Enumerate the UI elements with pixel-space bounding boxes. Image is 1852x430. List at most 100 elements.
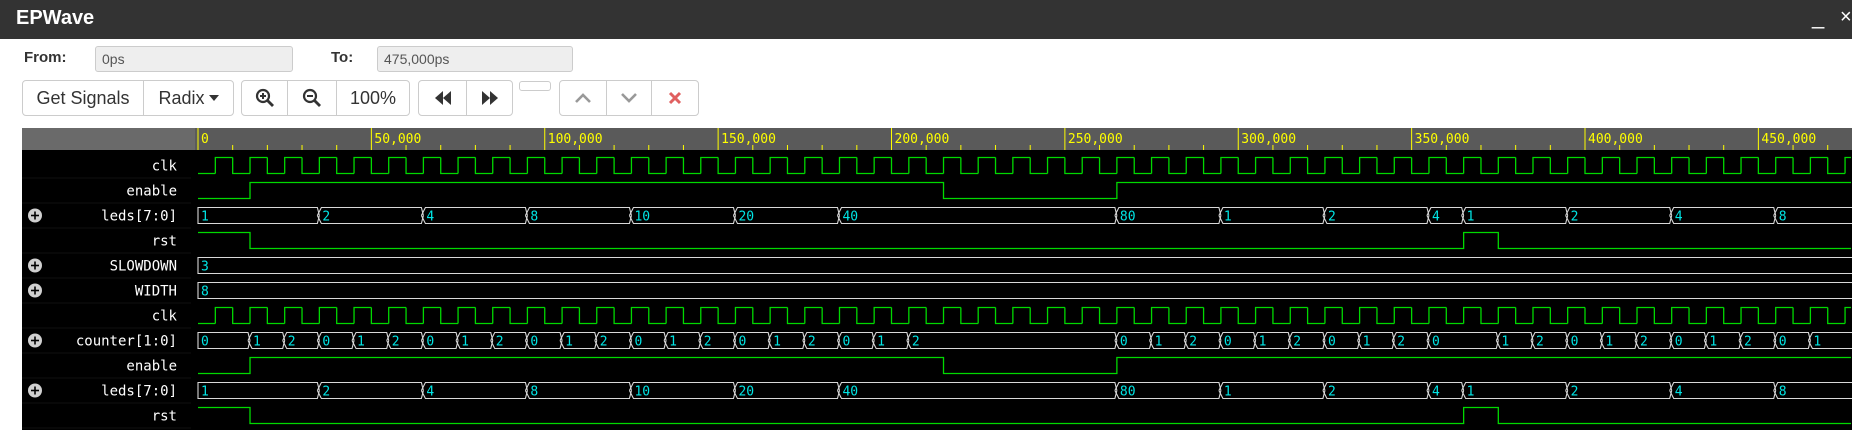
from-field[interactable] <box>95 46 293 72</box>
caret-down-icon <box>208 95 219 101</box>
bus-value: 1 <box>461 335 469 350</box>
move-down-icon <box>621 93 637 103</box>
bus-value: 0 <box>842 335 850 350</box>
bus-value: 2 <box>322 385 330 400</box>
close-icon[interactable]: × <box>1840 6 1852 28</box>
bus-value: 8 <box>1779 210 1787 225</box>
bus-value: 2 <box>1571 385 1579 400</box>
bus-value: 2 <box>1189 335 1197 350</box>
bus-value: 0 <box>1224 335 1232 350</box>
bus-value: 1 <box>565 335 573 350</box>
blank-toggle[interactable] <box>519 81 551 91</box>
move-down-button[interactable] <box>606 80 652 116</box>
bus-value: 0 <box>426 335 434 350</box>
signal-name: WIDTH <box>135 284 177 300</box>
bus-value: 2 <box>1536 335 1544 350</box>
bus-value: 4 <box>426 210 434 225</box>
radix-dropdown[interactable]: Radix <box>143 80 234 116</box>
signal-name: SLOWDOWN <box>110 259 177 275</box>
ruler-label: 450,000 <box>1761 132 1816 147</box>
bus-value: 0 <box>1779 335 1787 350</box>
bus-value: 0 <box>1120 335 1128 350</box>
ruler-label: 100,000 <box>548 132 603 147</box>
window-title: EPWave <box>16 7 95 29</box>
next-transition-button[interactable] <box>466 80 513 116</box>
bus-value: 0 <box>322 335 330 350</box>
bus-value: 2 <box>1328 210 1336 225</box>
bus-value: 1 <box>1363 335 1371 350</box>
waveform-viewer[interactable]: 0 50,000 100,000 150,000 200,000 250,000 300,0… <box>22 128 1852 430</box>
zoom-level-label: 100% <box>349 87 397 108</box>
bus-value: 8 <box>530 385 538 400</box>
bus-value: 1 <box>201 210 209 225</box>
bus-value: 1 <box>669 335 677 350</box>
bus-value: 40 <box>842 385 858 400</box>
bus-value: 0 <box>738 335 746 350</box>
bus-value: 10 <box>634 210 650 225</box>
bus-value: 0 <box>634 335 642 350</box>
bus-value: 2 <box>1293 335 1301 350</box>
move-up-icon <box>575 93 591 103</box>
bus-value: 1 <box>1605 335 1613 350</box>
ruler-label: 50,000 <box>374 132 421 147</box>
signal-name: enable <box>126 184 177 200</box>
bus-value: 20 <box>738 210 754 225</box>
radix-label: Radix <box>158 87 205 108</box>
ruler-label: 300,000 <box>1241 132 1296 147</box>
zoom-in-icon <box>255 88 274 107</box>
bus-value: 4 <box>1675 385 1683 400</box>
bus-value: 1 <box>1224 210 1232 225</box>
title-bar: EPWave _ × <box>0 0 1852 39</box>
get-signals-button[interactable]: Get Signals <box>22 80 144 116</box>
bus-value: 2 <box>704 335 712 350</box>
ruler-label: 0 <box>201 132 209 147</box>
bus-value: 0 <box>530 335 538 350</box>
bus-value: 1 <box>1709 335 1717 350</box>
bus-value: 40 <box>842 210 858 225</box>
to-field[interactable] <box>377 46 573 72</box>
bus-value: 1 <box>357 335 365 350</box>
signal-name: leds[7:0] <box>101 209 177 225</box>
bus-value: 0 <box>1432 335 1440 350</box>
bus-value: 0 <box>1571 335 1579 350</box>
bus-value: 80 <box>1120 210 1136 225</box>
bus-value: 3 <box>201 260 209 275</box>
bus-value: 1 <box>1467 385 1475 400</box>
bus-value: 2 <box>322 210 330 225</box>
bus-value: 2 <box>1328 385 1336 400</box>
minimize-icon[interactable]: _ <box>1812 6 1832 30</box>
signal-name: enable <box>126 359 177 375</box>
next-transition-icon <box>481 91 498 105</box>
signal-name: clk <box>152 309 178 325</box>
bus-value: 2 <box>1640 335 1648 350</box>
bus-value: 2 <box>912 335 920 350</box>
zoom-level-button[interactable]: 100% <box>336 80 410 116</box>
bus-value: 1 <box>1224 385 1232 400</box>
to-label: To: <box>331 49 354 66</box>
ruler-label: 400,000 <box>1588 132 1643 147</box>
get-signals-label: Get Signals <box>36 87 130 108</box>
bus-value: 1 <box>1467 210 1475 225</box>
signal-name: rst <box>152 409 177 425</box>
signal-name: clk <box>152 159 178 175</box>
bus-value: 1 <box>1813 335 1821 350</box>
zoom-out-icon <box>302 88 321 107</box>
prev-transition-button[interactable] <box>418 80 467 116</box>
bus-value: 1 <box>773 335 781 350</box>
move-up-button[interactable] <box>559 80 607 116</box>
bus-value: 1 <box>201 385 209 400</box>
zoom-out-button[interactable] <box>287 80 337 116</box>
bus-value: 4 <box>426 385 434 400</box>
bus-value: 1 <box>1259 335 1267 350</box>
delete-signal-button[interactable] <box>651 80 699 116</box>
bus-value: 0 <box>1328 335 1336 350</box>
bus-value: 80 <box>1120 385 1136 400</box>
bus-value: 4 <box>1432 210 1440 225</box>
bus-value: 0 <box>201 335 209 350</box>
bus-value: 2 <box>496 335 504 350</box>
zoom-in-button[interactable] <box>241 80 288 116</box>
signal-name: rst <box>152 234 177 250</box>
ruler-corner <box>22 128 195 150</box>
bus-value: 1 <box>1155 335 1163 350</box>
ruler-label: 350,000 <box>1415 132 1470 147</box>
